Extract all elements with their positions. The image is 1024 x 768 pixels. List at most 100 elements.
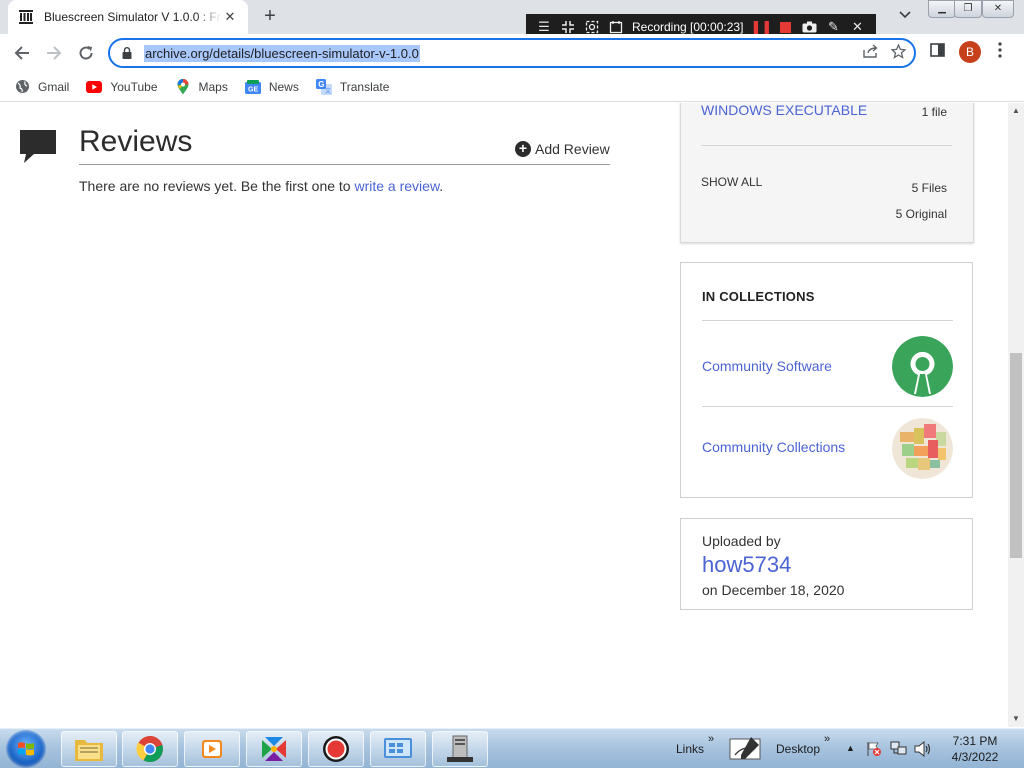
bookmark-label: YouTube <box>110 79 158 94</box>
explorer-taskbar-button[interactable] <box>61 731 117 767</box>
no-reviews-text: There are no reviews yet. Be the first o… <box>79 178 351 194</box>
desktop-chevron-icon[interactable]: » <box>824 733 830 745</box>
bookmark-label: Gmail <box>38 79 70 94</box>
windows-taskbar: Links » Desktop » ▲ 7:31 PM 4/3/2022 <box>0 728 1024 768</box>
total-files-count: 5 Files <box>911 181 947 195</box>
minimize-button[interactable]: ▁ <box>928 0 956 18</box>
vertical-scrollbar[interactable]: ▲ ▼ <box>1008 103 1024 727</box>
show-hidden-icons-icon[interactable]: ▲ <box>846 743 855 753</box>
svg-text:文: 文 <box>325 87 331 95</box>
youtube-icon <box>86 79 103 95</box>
app-taskbar-button[interactable] <box>246 731 302 767</box>
scroll-up-arrow-icon[interactable]: ▲ <box>1008 103 1024 119</box>
system-clock[interactable]: 7:31 PM 4/3/2022 <box>940 733 1010 765</box>
recorder-taskbar-button[interactable] <box>308 731 364 767</box>
bookmark-youtube[interactable]: YouTube <box>86 79 158 95</box>
close-window-button[interactable]: ✕ <box>982 0 1014 18</box>
bookmarks-bar: Gmail YouTube Maps GE News G文 Translate <box>0 72 1024 102</box>
translate-icon: G文 <box>315 78 332 95</box>
divider <box>702 406 953 407</box>
svg-text:GE: GE <box>248 86 258 93</box>
bookmark-label: Maps <box>198 79 228 94</box>
scroll-down-arrow-icon[interactable]: ▼ <box>1008 711 1024 727</box>
lock-icon[interactable] <box>120 47 134 59</box>
divider <box>702 320 953 321</box>
maps-icon <box>175 78 191 95</box>
community-software-link[interactable]: Community Software <box>702 358 832 374</box>
links-chevron-icon[interactable]: » <box>708 733 714 745</box>
control-panel-taskbar-button[interactable] <box>370 731 426 767</box>
uploader-panel: Uploaded by how5734 on December 18, 2020 <box>680 518 973 610</box>
puzzle-app-icon <box>262 737 286 761</box>
reviews-heading: Reviews <box>79 125 193 158</box>
scrollbar-thumb[interactable] <box>1010 353 1022 558</box>
executable-file-count: 1 file <box>921 105 947 119</box>
community-software-thumbnail[interactable] <box>892 336 953 397</box>
bookmark-label: News <box>268 79 299 94</box>
recording-status: Recording [00:00:23] <box>632 20 744 34</box>
page-content: Reviews + Add Review There are no review… <box>0 103 1008 727</box>
folder-icon <box>75 740 103 761</box>
bookmark-gmail[interactable]: Gmail <box>14 79 69 95</box>
new-tab-button[interactable]: + <box>258 6 282 28</box>
clock-date: 4/3/2022 <box>951 750 999 764</box>
download-options-panel: WINDOWS EXECUTABLE 1 file SHOW ALL 5 Fil… <box>680 103 974 243</box>
clock-time: 7:31 PM <box>952 734 998 748</box>
bookmark-news[interactable]: GE News <box>244 79 299 95</box>
browser-toolbar: archive.org/details/bluescreen-simulator… <box>0 34 1024 72</box>
tab-close-icon[interactable]: ✕ <box>222 9 238 25</box>
forward-arrow-icon[interactable] <box>42 41 66 65</box>
desktop-shortcut-icon[interactable] <box>729 735 763 768</box>
bookmark-translate[interactable]: G文 Translate <box>315 78 390 95</box>
chrome-icon <box>136 736 163 763</box>
original-files-count: 5 Original <box>895 207 947 221</box>
windows-logo-icon <box>18 742 34 756</box>
add-review-button[interactable]: + Add Review <box>515 141 610 157</box>
back-arrow-icon[interactable] <box>10 41 34 65</box>
share-icon[interactable] <box>863 44 879 62</box>
svg-text:G: G <box>318 80 324 89</box>
browser-tab[interactable]: Bluescreen Simulator V 1.0.0 : Free ✕ <box>8 0 248 34</box>
windows-executable-link[interactable]: WINDOWS EXECUTABLE <box>701 103 867 118</box>
action-center-flag-icon[interactable] <box>866 741 882 762</box>
tab-search-chevron-icon[interactable] <box>896 8 914 26</box>
media-player-icon <box>202 740 222 758</box>
community-collections-thumbnail[interactable] <box>892 418 953 479</box>
reload-icon[interactable] <box>74 41 98 65</box>
volume-icon[interactable] <box>914 740 932 762</box>
record-icon <box>323 736 349 762</box>
side-panel-icon[interactable] <box>930 43 945 61</box>
start-button[interactable] <box>6 730 46 768</box>
bookmark-star-icon[interactable] <box>890 43 907 62</box>
url-text[interactable]: archive.org/details/bluescreen-simulator… <box>144 44 420 62</box>
globe-icon <box>14 79 30 95</box>
restore-button[interactable]: ❐ <box>954 0 982 18</box>
tab-title: Bluescreen Simulator V 1.0.0 : Free <box>44 10 222 24</box>
no-reviews-end: . <box>439 178 444 194</box>
no-reviews-message: There are no reviews yet. Be the first o… <box>79 178 443 194</box>
upload-date: on December 18, 2020 <box>702 582 845 598</box>
server-app-taskbar-button[interactable] <box>432 731 488 767</box>
links-toolbar-label[interactable]: Links <box>676 742 704 756</box>
show-all-link[interactable]: SHOW ALL <box>701 175 762 189</box>
network-icon[interactable] <box>890 741 908 762</box>
server-icon <box>447 735 473 762</box>
chrome-taskbar-button[interactable] <box>122 731 178 767</box>
speech-bubble-icon <box>20 130 56 168</box>
media-player-taskbar-button[interactable] <box>184 731 240 767</box>
control-panel-icon <box>384 738 412 758</box>
bookmark-label: Translate <box>339 79 390 94</box>
uploader-username-link[interactable]: how5734 <box>702 552 791 578</box>
kebab-menu-icon[interactable] <box>998 42 1002 62</box>
bookmark-maps[interactable]: Maps <box>175 78 228 95</box>
profile-avatar[interactable]: B <box>959 41 981 63</box>
community-collections-link[interactable]: Community Collections <box>702 439 845 455</box>
plus-circle-icon: + <box>515 141 531 157</box>
add-review-label: Add Review <box>535 141 610 157</box>
divider <box>79 164 610 165</box>
collections-heading: IN COLLECTIONS <box>702 289 815 304</box>
write-review-link[interactable]: write a review <box>354 178 439 194</box>
desktop-toolbar-label[interactable]: Desktop <box>776 742 820 756</box>
news-icon: GE <box>244 79 261 95</box>
address-bar[interactable]: archive.org/details/bluescreen-simulator… <box>108 38 916 68</box>
